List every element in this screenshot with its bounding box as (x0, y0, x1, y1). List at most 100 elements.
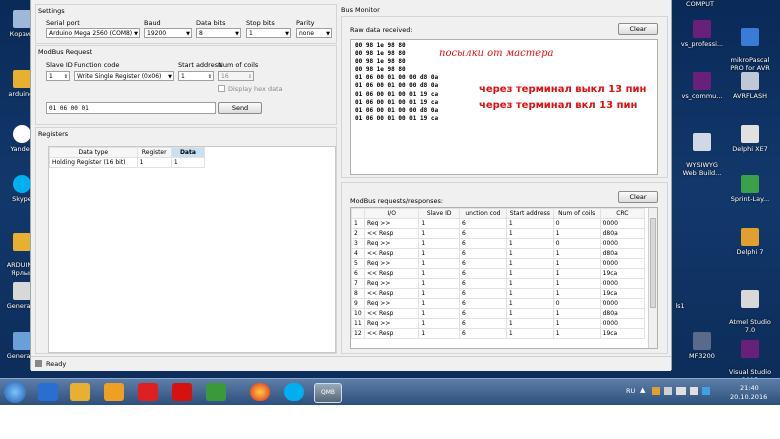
desktop-icon-computer[interactable]: COMPUT (678, 0, 722, 8)
table-row[interactable]: 6 << Resp 1 6 1 1 19ca (351, 268, 646, 279)
desktop-icon-vs2015[interactable]: Visual Studio 2015 (728, 332, 772, 384)
paint-icon[interactable] (206, 383, 226, 401)
table-row[interactable]: 3 Req >> 1 6 1 0 0000 (351, 238, 646, 249)
column-header[interactable]: CRC (599, 208, 646, 219)
column-header[interactable]: Data type (49, 147, 138, 158)
table-row[interactable]: 12 << Resp 1 6 1 1 19ca (351, 328, 646, 339)
table-row[interactable]: 7 Req >> 1 6 1 1 0000 (351, 278, 646, 289)
status-indicator-icon (35, 360, 42, 367)
desktop-icon-delphi7[interactable]: Delphi 7 (728, 228, 772, 256)
table-row[interactable]: 8 << Resp 1 6 1 1 19ca (351, 288, 646, 299)
clear-raw-button[interactable]: Clear (618, 23, 658, 35)
yandex-icon[interactable] (172, 383, 192, 401)
tray-volume-icon[interactable] (690, 387, 698, 395)
num-coils-spinbox[interactable]: 16 ⇕ (218, 71, 254, 81)
table-cell: d80a (599, 248, 646, 259)
table-cell: 1 (505, 238, 554, 249)
column-header[interactable]: I/O (363, 208, 420, 219)
tray-flag-icon[interactable] (652, 387, 660, 395)
chrome-icon[interactable] (250, 383, 270, 401)
start-address-spinbox[interactable]: 1 ⇕ (178, 71, 214, 81)
table-cell: 0000 (599, 258, 646, 269)
skype-icon[interactable] (284, 383, 304, 401)
function-code-select[interactable]: Write Single Register (0x06) ▼ (74, 71, 174, 81)
clock-time[interactable]: 21:40 (740, 384, 759, 392)
desktop-icon-vs-community[interactable]: vs_commu... (680, 72, 724, 100)
document-icon (13, 332, 31, 350)
clock-date[interactable]: 20.10.2016 (730, 393, 767, 401)
table-row[interactable]: 4 << Resp 1 6 1 1 d80a (351, 248, 646, 259)
desktop-label-ls1[interactable]: ls1 (670, 302, 690, 310)
desktop-label: Delphi XE7 (732, 145, 768, 153)
table-row[interactable]: 11 Req >> 1 6 1 1 0000 (351, 318, 646, 329)
scrollbar-thumb[interactable] (650, 218, 656, 308)
table-cell: 6 (459, 298, 507, 309)
column-header[interactable]: unction cod (459, 208, 507, 219)
media-player-icon[interactable] (104, 383, 124, 401)
table-row[interactable]: 10 << Resp 1 6 1 1 d80a (351, 308, 646, 319)
desktop-icon-wysiwyg[interactable]: WYSIWYG Web Build... (680, 125, 724, 177)
tray-expand-icon[interactable]: ▲ (640, 386, 645, 394)
desktop-label: Delphi 7 (736, 248, 764, 256)
desktop-icon-vs-professional[interactable]: vs_professi... (680, 20, 724, 48)
display-hex-label: Display hex data (228, 85, 283, 93)
raw-data-label: Raw data received: (350, 26, 413, 34)
table-cell: 19ca (599, 268, 646, 279)
tray-network-icon[interactable] (676, 387, 686, 395)
yandex-browser-icon[interactable] (138, 383, 158, 401)
desktop-icon-avrflash[interactable]: AVRFLASH (728, 72, 772, 100)
data-bits-select[interactable]: 8 ▼ (196, 28, 241, 38)
language-indicator[interactable]: RU (626, 387, 635, 395)
raw-data-textarea[interactable]: 00 98 1e 98 80 00 98 1e 98 80 00 98 1e 98 … (350, 39, 658, 175)
parity-select[interactable]: none ▼ (296, 28, 332, 38)
table-row[interactable]: 2 << Resp 1 6 1 1 d80a (351, 228, 646, 239)
desktop-icon-delphi-xe7[interactable]: Delphi XE7 (728, 125, 772, 153)
table-cell: 1 (418, 238, 461, 249)
raw-request-field[interactable]: 01 06 00 01 (46, 102, 216, 114)
column-header[interactable]: Start address (505, 208, 554, 219)
table-row[interactable]: Holding Register (16 bit) 1 1 (49, 157, 206, 168)
internet-explorer-icon[interactable] (38, 383, 58, 401)
slave-id-spinbox[interactable]: 1 ⇕ (46, 71, 70, 81)
column-header[interactable]: Num of coils (552, 208, 601, 219)
table-cell: 1 (552, 228, 601, 239)
table-row[interactable]: 1 Req >> 1 6 1 0 0000 (351, 218, 646, 229)
vertical-scrollbar[interactable] (648, 208, 657, 348)
table-row[interactable]: 5 Req >> 1 6 1 1 0000 (351, 258, 646, 269)
desktop-icon-sprint-layout[interactable]: Sprint-Lay... (728, 175, 772, 203)
desktop-label: WYSIWYG Web Build... (682, 161, 722, 177)
column-header-selected[interactable]: Data (170, 147, 206, 158)
table-cell: 19ca (599, 288, 646, 299)
desktop-icon-mf3200[interactable]: MF3200 (680, 332, 724, 360)
column-header[interactable]: Register (136, 147, 172, 158)
tray-app-icon[interactable] (702, 387, 710, 395)
table-cell: 1 (552, 248, 601, 259)
table-cell: Req >> (363, 298, 420, 309)
send-button[interactable]: Send (218, 102, 262, 114)
baud-select[interactable]: 19200 ▼ (144, 28, 192, 38)
delphi-icon (741, 125, 759, 143)
table-cell: << Resp (363, 248, 420, 259)
desktop-icon-atmel-studio[interactable]: Atmel Studio 7.0 (728, 282, 772, 334)
qmb-taskbar-button[interactable]: QMB (314, 383, 342, 403)
sprint-layout-icon (741, 175, 759, 193)
qmodmaster-window: Settings Serial port Arduino Mega 2560 (… (30, 0, 672, 371)
raw-data-line: 01 06 00 01 00 01 19 ca (355, 90, 439, 98)
explorer-folder-icon[interactable] (70, 383, 90, 401)
start-button-icon[interactable] (4, 381, 26, 403)
raw-data-line: 01 06 00 01 00 00 d8 0a (355, 82, 439, 90)
table-row[interactable]: 9 Req >> 1 6 1 0 0000 (351, 298, 646, 309)
desktop-icon-mikropascal[interactable]: mikroPascal PRO for AVR (728, 20, 772, 72)
display-hex-checkbox[interactable] (218, 85, 225, 92)
table-cell: 1 (505, 278, 554, 289)
table-cell[interactable]: 1 (170, 157, 206, 168)
serial-port-select[interactable]: Arduino Mega 2560 (COM8) ▼ (46, 28, 140, 38)
parity-label: Parity (296, 19, 315, 27)
table-cell: 6 (459, 278, 507, 289)
mikropascal-icon (741, 28, 759, 46)
column-header[interactable]: Slave ID (418, 208, 461, 219)
stop-bits-select[interactable]: 1 ▼ (246, 28, 291, 38)
tray-monitor-icon[interactable] (664, 387, 672, 395)
modbus-request-title: ModBus Request (38, 48, 93, 56)
clear-requests-button[interactable]: Clear (618, 191, 658, 203)
